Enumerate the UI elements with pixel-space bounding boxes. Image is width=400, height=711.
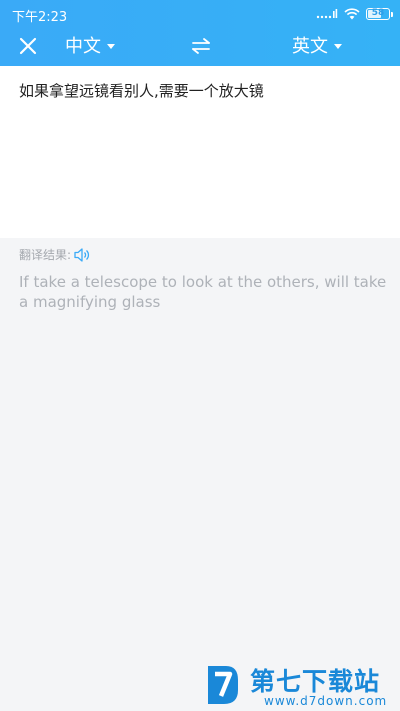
speaker-icon[interactable] xyxy=(73,247,91,263)
battery-icon: 58 xyxy=(366,8,393,20)
source-language-label: 中文 xyxy=(65,36,101,57)
translate-toolbar: 中文 英文 xyxy=(0,28,400,64)
watermark-url: www.d7down.com xyxy=(264,694,388,708)
status-time: 下午2:23 xyxy=(12,10,68,25)
chevron-down-icon xyxy=(107,43,115,49)
result-panel: 翻译结果: If take a telescope to look at the… xyxy=(0,238,400,711)
battery-level: 58 xyxy=(371,8,385,18)
source-language-selector[interactable]: 中文 xyxy=(65,32,115,58)
source-text-area[interactable]: 如果拿望远镜看别人,需要一个放大镜 xyxy=(0,66,400,238)
watermark-title: 第七下载站 xyxy=(250,667,381,696)
target-language-label: 英文 xyxy=(292,36,328,57)
status-icons: 58 xyxy=(316,6,393,22)
swap-icon[interactable] xyxy=(189,34,213,58)
target-language-selector[interactable]: 英文 xyxy=(292,32,342,58)
source-text[interactable]: 如果拿望远镜看别人,需要一个放大镜 xyxy=(19,80,381,102)
signal-icon xyxy=(316,9,338,19)
result-header: 翻译结果: xyxy=(19,246,91,263)
site-watermark: 第七下载站 www.d7down.com xyxy=(204,660,396,710)
close-icon[interactable] xyxy=(16,34,40,58)
wifi-icon xyxy=(344,8,360,20)
result-label: 翻译结果: xyxy=(19,248,72,262)
d7-logo-icon xyxy=(208,666,238,704)
app-header: 下午2:23 58 中文 英文 xyxy=(0,0,400,66)
chevron-down-icon xyxy=(334,43,342,49)
status-bar: 下午2:23 58 xyxy=(0,0,400,28)
translation-result-text: If take a telescope to look at the other… xyxy=(19,273,387,311)
